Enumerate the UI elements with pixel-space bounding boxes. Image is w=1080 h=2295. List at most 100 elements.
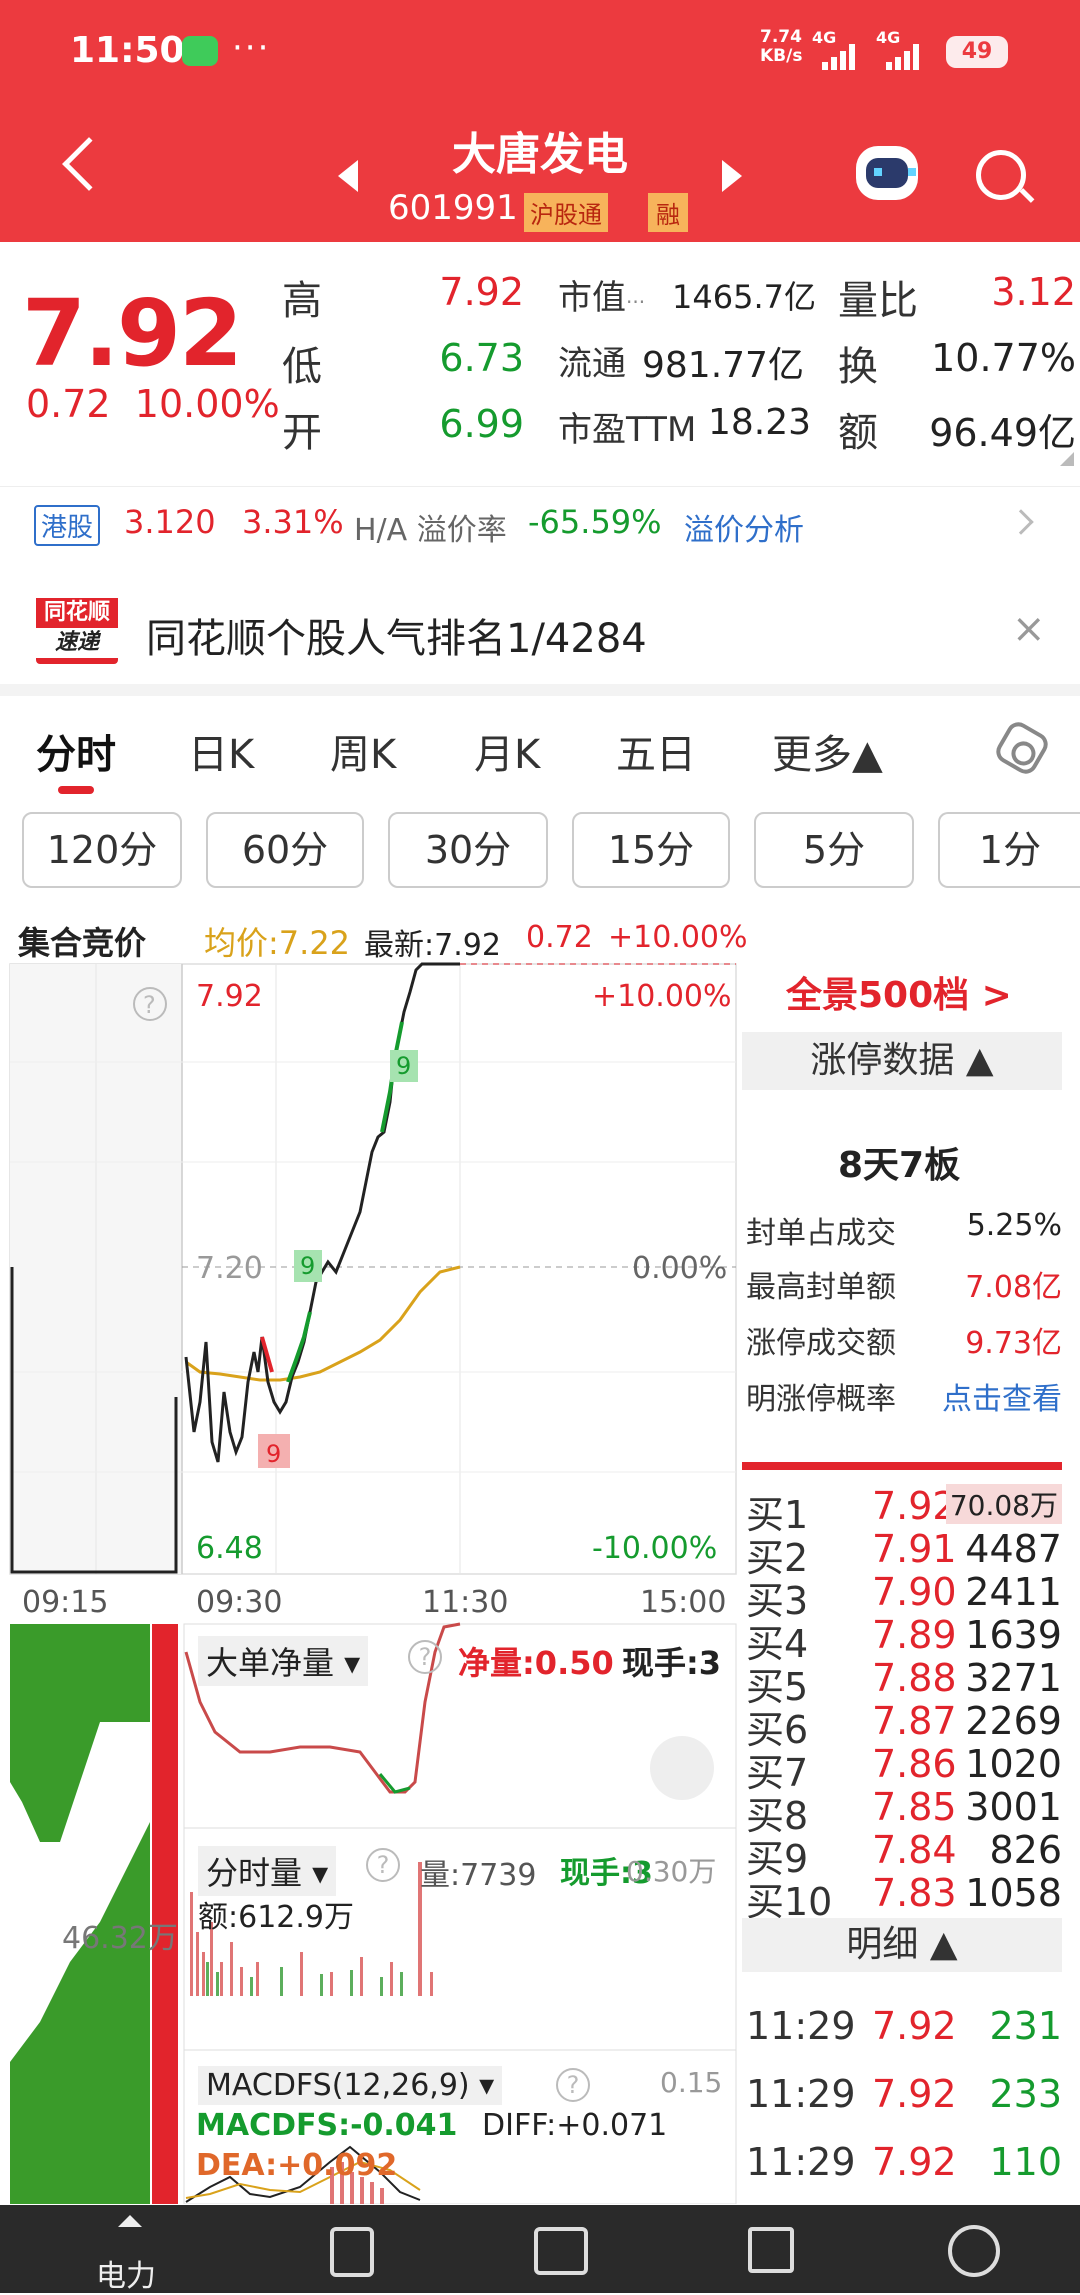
amount-inline: 额:612.9万 — [198, 1900, 354, 1935]
menu-circle-icon — [948, 2225, 1000, 2277]
bid-quantity: 2269 — [965, 1699, 1062, 1743]
search-icon[interactable] — [976, 150, 1026, 200]
bid-price: 7.85 — [872, 1785, 957, 1829]
news-banner[interactable]: 同花顺 速递 同花顺个股人气排名1/4284 × — [0, 576, 1080, 684]
bid-quantity: 3001 — [965, 1785, 1062, 1829]
chart-settings-icon[interactable] — [991, 717, 1053, 779]
x-label-1130: 11:30 — [422, 1585, 508, 1620]
bid-row[interactable]: 买4 7.89 1639 — [746, 1613, 1062, 1666]
bid-row[interactable]: 买8 7.85 3001 — [746, 1785, 1062, 1838]
stock-name: 大唐发电 — [452, 129, 628, 180]
fullscreen-icon[interactable] — [650, 1736, 714, 1800]
big-order-dropdown[interactable]: 大单净量 ▾ — [198, 1636, 369, 1686]
bid-quantity: 3271 — [965, 1656, 1062, 1700]
period-5m-button[interactable]: 5分 — [754, 812, 914, 888]
x-label-0915: 09:15 — [22, 1585, 108, 1620]
nav-add[interactable] — [452, 2205, 668, 2293]
nav-news[interactable] — [244, 2205, 460, 2293]
bid-row[interactable]: 买1 7.92 70.08万 — [746, 1484, 1062, 1537]
volume-dropdown[interactable]: 分时量 ▾ — [198, 1846, 337, 1896]
tab-weekly-k[interactable]: 周K — [330, 722, 396, 780]
tab-daily-k[interactable]: 日K — [188, 722, 254, 780]
macd-value: 0.15 — [660, 2066, 723, 2099]
order-book-divider — [742, 1462, 1062, 1470]
float-label: 流通 — [558, 344, 626, 384]
add-to-watchlist-icon — [534, 2227, 588, 2275]
bid-row[interactable]: 买3 7.90 2411 — [746, 1570, 1062, 1623]
tab-intraday[interactable]: 分时 — [36, 722, 116, 780]
tick-price: 7.92 — [872, 2072, 957, 2116]
tab-monthly-k[interactable]: 月K — [474, 722, 540, 780]
bid-row[interactable]: 买9 7.84 826 — [746, 1828, 1062, 1881]
news-text: 同花顺个股人气排名1/4284 — [146, 616, 647, 662]
period-120m-button[interactable]: 120分 — [22, 812, 182, 888]
period-15m-button[interactable]: 15分 — [572, 812, 730, 888]
bid-row[interactable]: 买2 7.91 4487 — [746, 1527, 1062, 1580]
chart-help-icon[interactable]: ? — [143, 991, 156, 1019]
tick-time: 11:29 — [746, 2140, 856, 2184]
tick-volume: 233 — [989, 2072, 1062, 2116]
detail-header[interactable]: 明细 ▲ — [742, 1918, 1062, 1972]
hk-badge: 港股 — [34, 505, 101, 546]
bid-price: 7.86 — [872, 1742, 957, 1786]
float-value: 981.77亿 — [642, 345, 804, 386]
battery-icon: 49 — [946, 36, 1008, 68]
limit-row-max: 最高封单额 7.08亿 — [746, 1270, 1062, 1305]
pct-mid-label: 0.00% — [632, 1251, 727, 1286]
period-60m-button[interactable]: 60分 — [206, 812, 364, 888]
bid-price: 7.88 — [872, 1656, 957, 1700]
panorama-link[interactable]: 全景500档 > — [786, 966, 1012, 1018]
limit-up-header[interactable]: 涨停数据 ▲ — [742, 1032, 1062, 1090]
nav-sector[interactable]: 电力 — [18, 2205, 234, 2294]
left-volume-label: 46.32万 — [62, 1921, 178, 1956]
active-tab-indicator — [58, 786, 94, 794]
macd-help-icon[interactable]: ? — [556, 2068, 590, 2102]
hk-premium-row[interactable]: 港股 3.120 3.31% H/A 溢价率 -65.59% 溢价分析 — [0, 486, 1080, 556]
limit-streak: 8天7板 — [838, 1145, 961, 1186]
limit-row-probability[interactable]: 明涨停概率 点击查看 — [746, 1374, 1062, 1417]
pe-value: 18.23 — [708, 402, 812, 443]
y-min-label: 6.48 — [196, 1531, 263, 1566]
intraday-chart[interactable]: 9 9 9 ? 7.92 7.20 6.48 +10.00% 0.00% -10… — [0, 962, 740, 2204]
document-icon — [330, 2227, 374, 2277]
nav-remove[interactable] — [660, 2205, 876, 2293]
y-mid-label: 7.20 — [196, 1251, 263, 1286]
bid-row[interactable]: 买7 7.86 1020 — [746, 1742, 1062, 1795]
mcap-info-icon[interactable]: ··· — [626, 290, 645, 314]
premium-analysis-link[interactable]: 溢价分析 — [684, 505, 804, 549]
volume-help-icon[interactable]: ? — [366, 1848, 400, 1882]
pct-max-label: +10.00% — [592, 979, 732, 1014]
low-label: 低 — [282, 344, 322, 390]
close-icon[interactable]: × — [1012, 606, 1046, 652]
avg-price: 均价:7.22 — [204, 924, 351, 962]
tick-time: 11:29 — [746, 2072, 856, 2116]
macd-dropdown[interactable]: MACDFS(12,26,9) ▾ — [198, 2066, 503, 2105]
tick-price: 7.92 — [872, 2140, 957, 2184]
nav-menu[interactable] — [866, 2205, 1080, 2293]
pct-min-label: -10.00% — [592, 1531, 717, 1566]
bid-price: 7.90 — [872, 1570, 957, 1614]
high-value: 7.92 — [439, 270, 524, 314]
bid-row[interactable]: 买10 7.83 1058 — [746, 1871, 1062, 1924]
bid-price: 7.89 — [872, 1613, 957, 1657]
bottom-nav: 电力 — [0, 2205, 1080, 2294]
amount-label: 额 — [838, 410, 878, 456]
auction-label[interactable]: 集合竞价 — [18, 918, 146, 964]
bid-row[interactable]: 买5 7.88 3271 — [746, 1656, 1062, 1709]
next-stock-icon[interactable] — [722, 160, 742, 192]
bid-row[interactable]: 买6 7.87 2269 — [746, 1699, 1062, 1752]
limit-row-amount: 涨停成交额 9.73亿 — [746, 1326, 1062, 1361]
expand-corner-icon[interactable] — [1060, 452, 1074, 466]
bid-quantity: 1058 — [965, 1871, 1062, 1915]
bid-price: 7.83 — [872, 1871, 957, 1915]
tab-more[interactable]: 更多▲ — [772, 722, 883, 780]
latest-change: 0.72 — [526, 920, 593, 955]
ths-express-logo: 同花顺 速递 — [36, 598, 118, 664]
macd-line-value: MACDFS:-0.041 — [196, 2108, 458, 2143]
period-1m-button[interactable]: 1分 — [938, 812, 1080, 888]
assistant-robot-icon[interactable] — [856, 146, 918, 200]
tab-five-day[interactable]: 五日 — [616, 722, 696, 780]
big-order-help-icon[interactable]: ? — [408, 1640, 442, 1674]
tick-volume: 110 — [989, 2140, 1062, 2184]
period-30m-button[interactable]: 30分 — [388, 812, 548, 888]
